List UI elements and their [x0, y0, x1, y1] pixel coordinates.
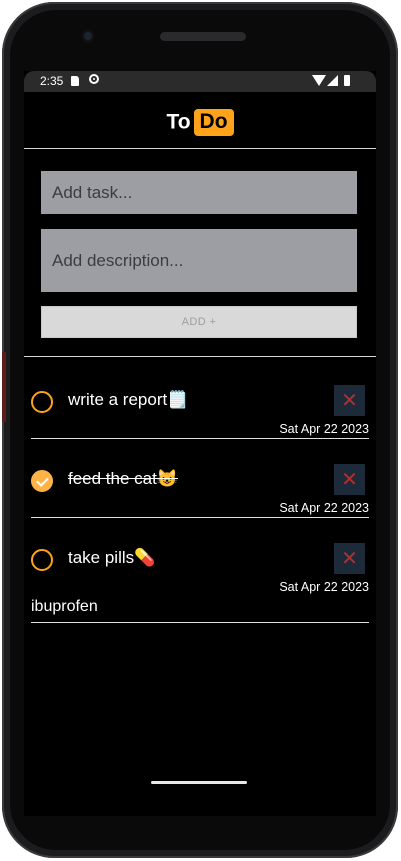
task-date: Sat Apr 22 2023 — [279, 422, 369, 436]
task-date: Sat Apr 22 2023 — [279, 501, 369, 515]
side-button — [2, 352, 6, 422]
status-time: 2:35 — [40, 74, 64, 88]
task-input[interactable] — [41, 171, 357, 214]
close-icon: ✕ — [341, 389, 358, 412]
delete-button[interactable]: ✕ — [334, 464, 365, 495]
delete-button[interactable]: ✕ — [334, 385, 365, 416]
close-icon: ✕ — [341, 547, 358, 570]
cell-signal-icon — [327, 75, 338, 86]
add-button[interactable]: ADD + — [41, 306, 357, 338]
gear-icon — [89, 74, 99, 84]
task-divider — [31, 517, 369, 518]
status-bar: 2:35 — [24, 71, 376, 92]
sd-card-icon — [71, 76, 79, 86]
title-do-badge: Do — [193, 109, 234, 136]
wifi-icon — [312, 75, 326, 86]
task-divider — [31, 622, 369, 623]
task-title: take pills💊 — [68, 548, 156, 567]
title-to: To — [166, 110, 191, 134]
task-checkbox-checked[interactable] — [31, 470, 53, 492]
task-date: Sat Apr 22 2023 — [279, 580, 369, 594]
battery-icon — [344, 75, 350, 86]
task-title: feed the cat😺 — [68, 469, 179, 488]
description-input[interactable] — [41, 229, 357, 292]
close-icon: ✕ — [341, 468, 358, 491]
task-description: ibuprofen — [31, 598, 98, 615]
delete-button[interactable]: ✕ — [334, 543, 365, 574]
app-screen: 2:35 ToDo ADD + write a report🗒️ ✕ Sat A… — [24, 71, 376, 816]
form-divider — [24, 356, 376, 357]
front-camera — [82, 30, 94, 42]
header-divider — [24, 148, 376, 149]
task-divider — [31, 438, 369, 439]
app-title: To Do — [24, 109, 376, 136]
task-checkbox[interactable] — [31, 549, 53, 571]
home-indicator[interactable] — [151, 781, 247, 784]
task-title: write a report🗒️ — [68, 390, 189, 409]
earpiece-speaker — [160, 32, 246, 41]
task-checkbox[interactable] — [31, 391, 53, 413]
